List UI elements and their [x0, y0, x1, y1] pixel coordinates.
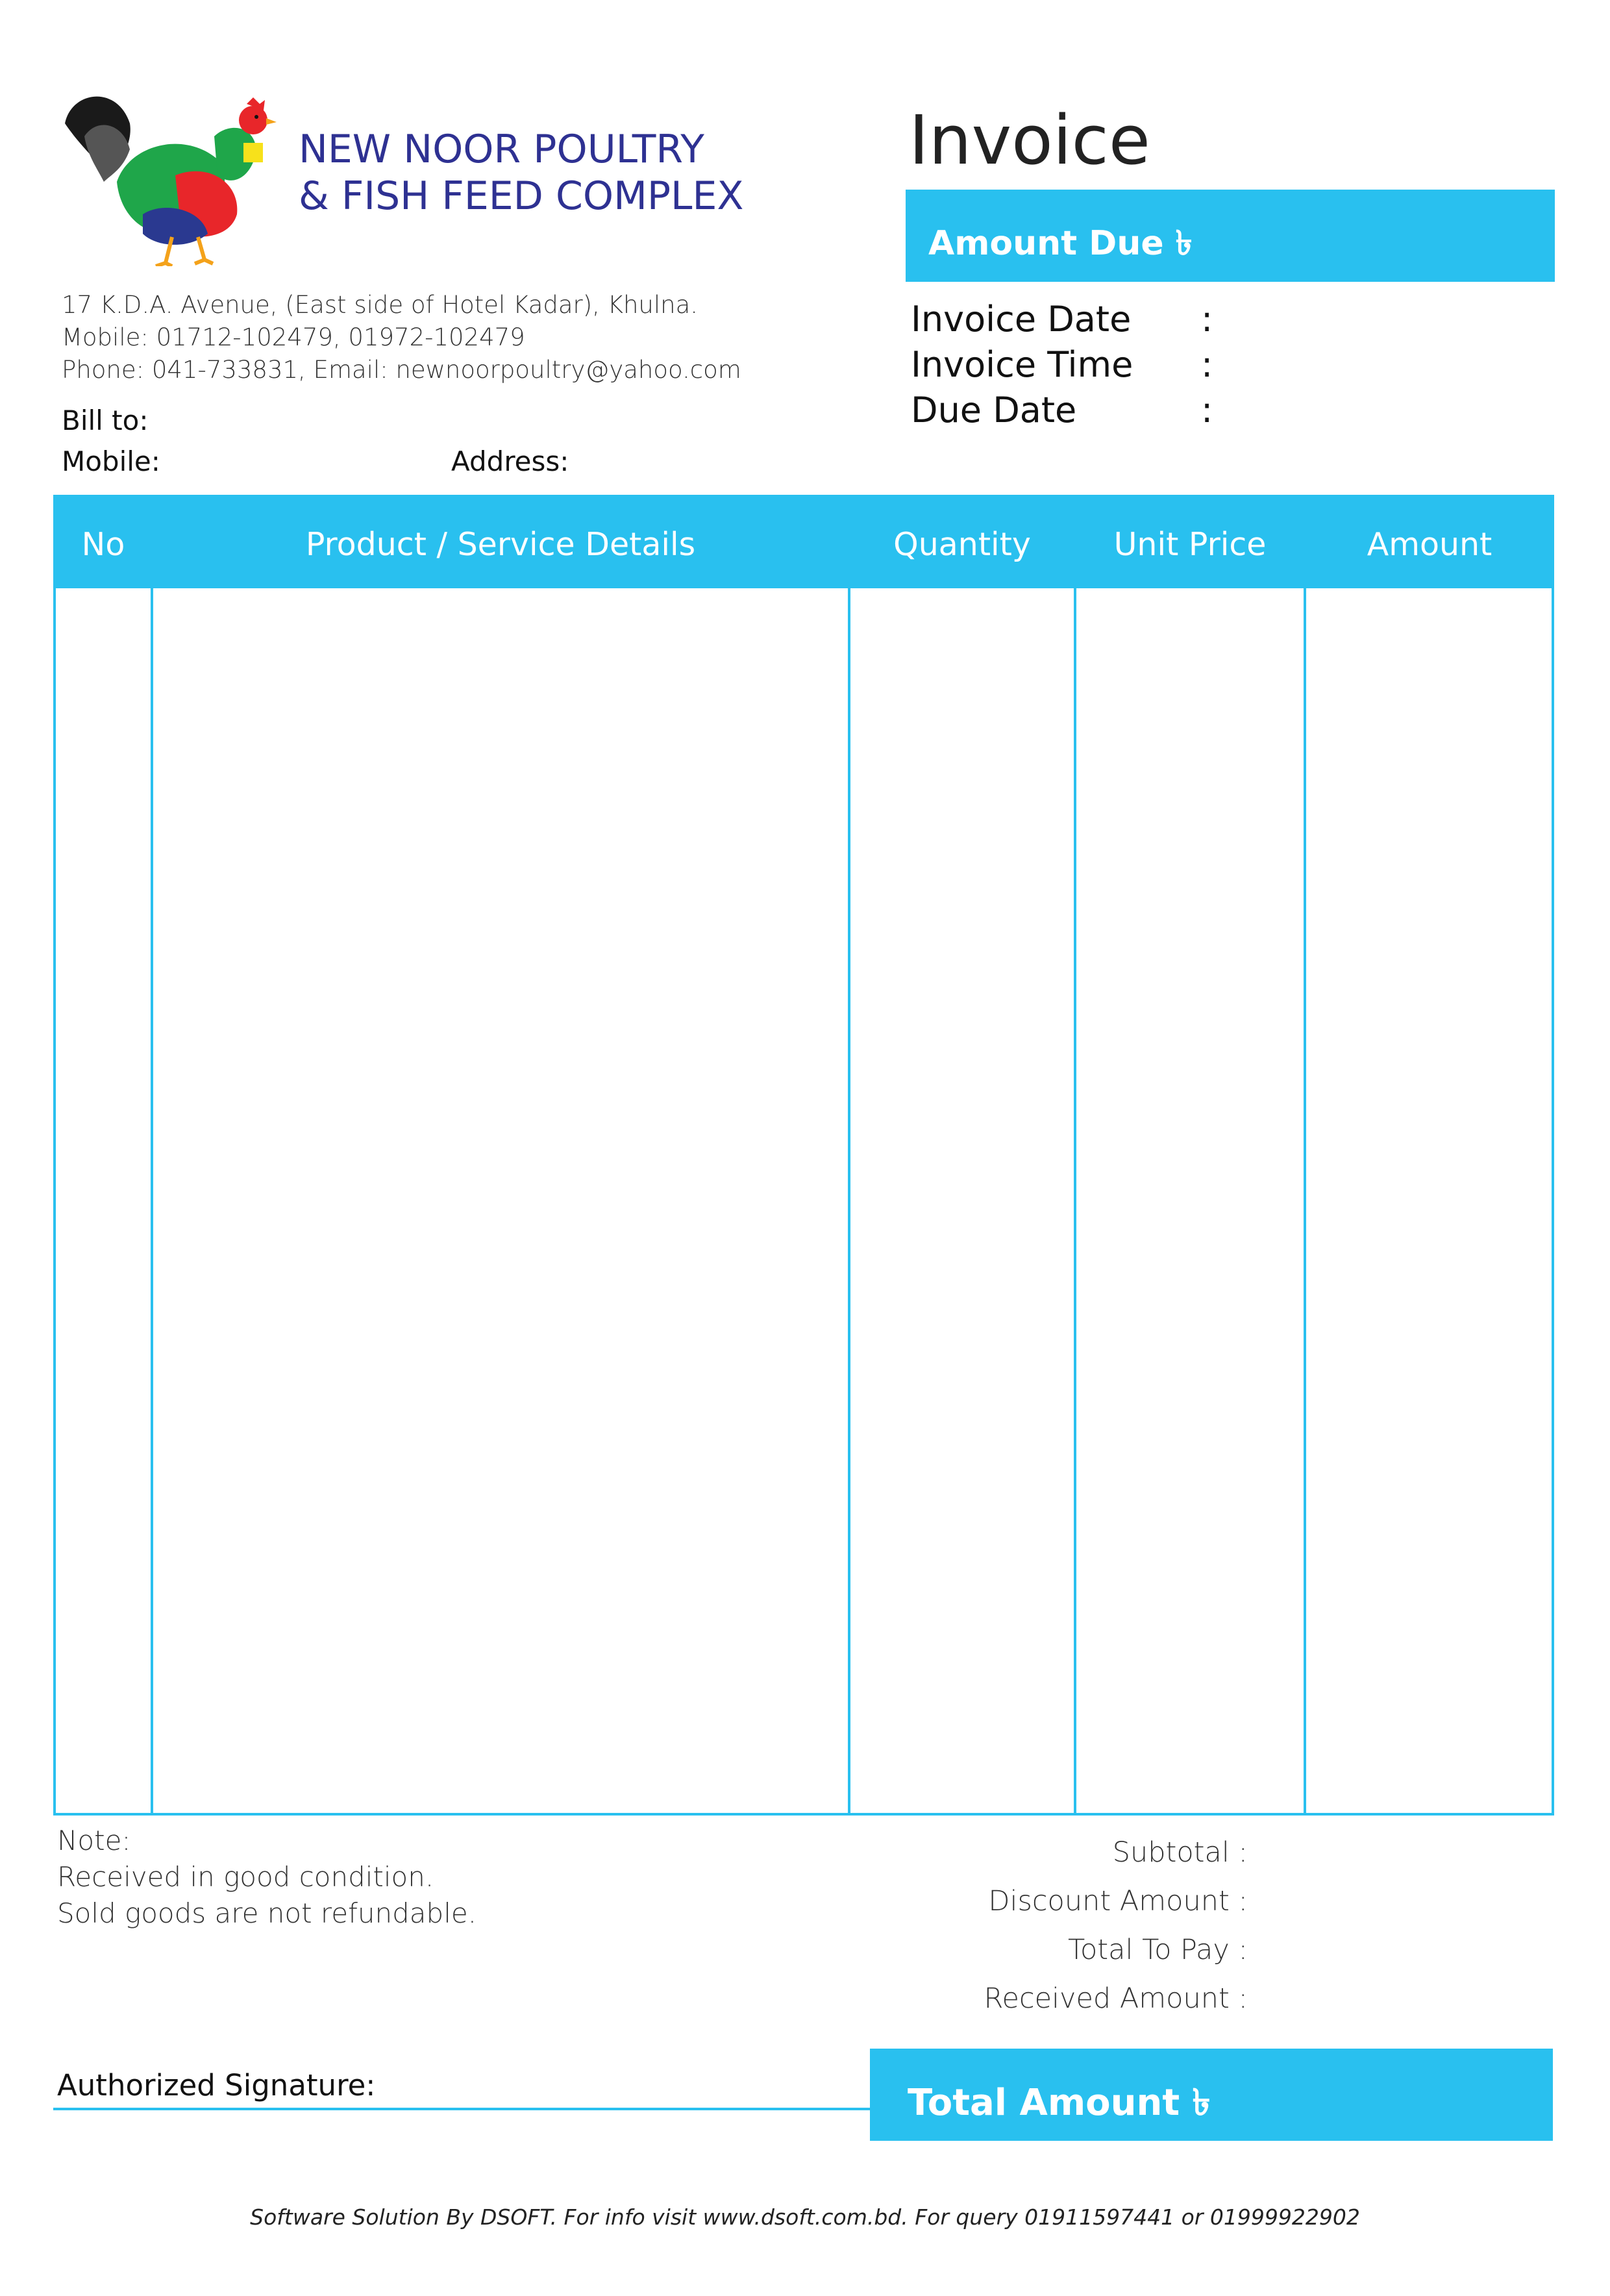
invoice-date-colon: :	[1201, 299, 1213, 340]
table-header: No Product / Service Details Quantity Un…	[56, 497, 1552, 588]
note-title: Note:	[57, 1825, 131, 1856]
company-name-line1: NEW NOOR POULTRY	[299, 127, 704, 172]
subtotal-label: Subtotal :	[1112, 1836, 1248, 1869]
total-amount-label: Total Amount ৳	[908, 2082, 1211, 2124]
invoice-date-label: Invoice Date	[911, 299, 1132, 340]
received-amount-label: Received Amount :	[984, 1982, 1248, 2015]
total-to-pay-label: Total To Pay :	[1068, 1934, 1248, 1966]
customer-address-label: Address:	[451, 445, 569, 477]
column-divider	[1074, 588, 1076, 1816]
authorized-signature-label: Authorized Signature:	[57, 2068, 376, 2103]
column-header-unit-price: Unit Price	[1113, 526, 1267, 563]
column-divider	[1304, 588, 1306, 1816]
amount-due-banner: Amount Due ৳	[906, 190, 1555, 282]
invoice-time-colon: :	[1201, 344, 1213, 385]
column-header-quantity: Quantity	[893, 526, 1031, 563]
column-divider	[848, 588, 850, 1816]
due-date-label: Due Date	[911, 390, 1077, 430]
due-date-colon: :	[1201, 390, 1213, 430]
company-phone-email: Phone: 041-733831, Email: newnoorpoultry…	[62, 356, 741, 384]
items-table: No Product / Service Details Quantity Un…	[53, 495, 1554, 1816]
invoice-title: Invoice	[909, 101, 1150, 180]
column-header-amount: Amount	[1367, 526, 1492, 563]
customer-mobile-label: Mobile:	[62, 445, 160, 477]
amount-due-label: Amount Due ৳	[928, 224, 1193, 263]
invoice-time-label: Invoice Time	[911, 344, 1133, 385]
company-mobile: Mobile: 01712-102479, 01972-102479	[62, 323, 525, 351]
discount-amount-label: Discount Amount :	[988, 1885, 1248, 1917]
total-amount-banner: Total Amount ৳	[870, 2049, 1553, 2141]
column-header-product: Product / Service Details	[305, 526, 696, 563]
bill-to-label: Bill to:	[62, 405, 149, 436]
footer-credit: Software Solution By DSOFT. For info vis…	[250, 2204, 1360, 2230]
column-header-no: No	[81, 526, 125, 563]
company-name-line2: & FISH FEED COMPLEX	[299, 173, 744, 219]
rooster-logo-icon	[65, 96, 277, 266]
note-line: Received in good condition.	[57, 1861, 434, 1893]
company-address: 17 K.D.A. Avenue, (East side of Hotel Ka…	[62, 291, 699, 319]
signature-line	[53, 2108, 870, 2110]
note-line: Sold goods are not refundable.	[57, 1897, 477, 1929]
column-divider	[151, 588, 153, 1816]
